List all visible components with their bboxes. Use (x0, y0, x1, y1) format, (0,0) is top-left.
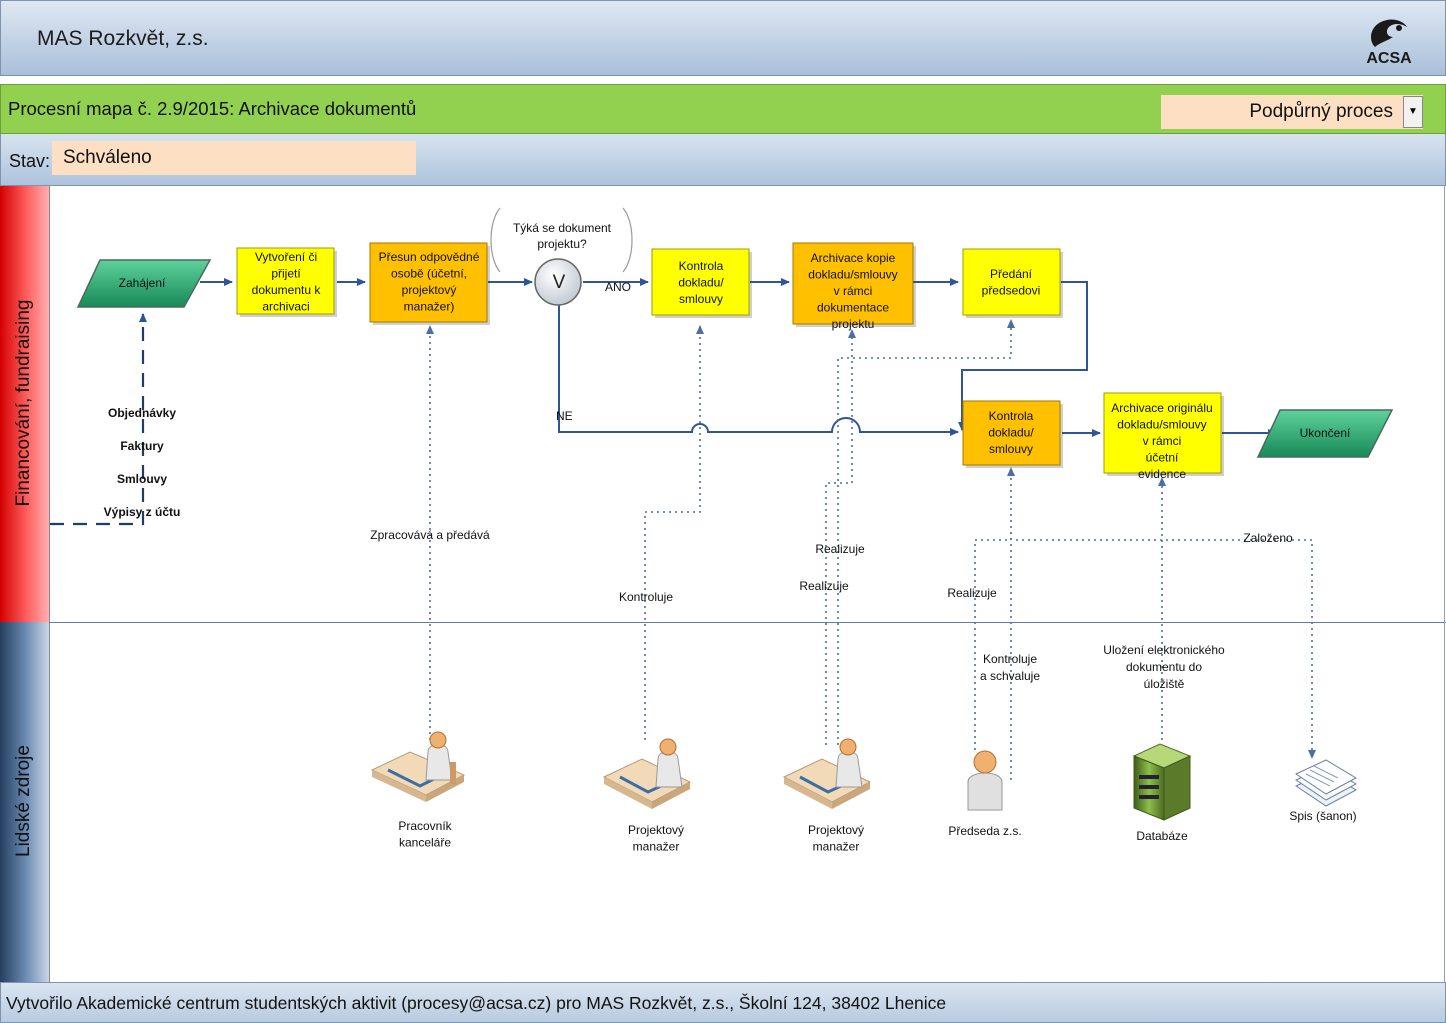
process-diagram: Zahájení Ukončení V Vytvoření či přijetí d… (50, 207, 1394, 854)
database-server-icon (1132, 743, 1192, 821)
rel-pm2-archive (825, 329, 856, 745)
relation-label: Uložení elektronického dokumentu do úložiš… (1103, 643, 1225, 691)
task-check1-label: Kontrola dokladu/smlouvy (678, 259, 724, 306)
relation-label: Kontroluje a schvaluje (980, 652, 1040, 683)
rel-pm1-check1 (644, 325, 704, 740)
end-label: Ukončení (1300, 426, 1351, 440)
edge-label-yes: ANO (605, 280, 631, 294)
resource-chair-label: Předseda z.s. (948, 824, 1021, 838)
chairman-icon (967, 750, 1003, 811)
input-contracts: Smlouvy (117, 472, 167, 486)
decision-label: V (553, 272, 566, 293)
relation-label: Zpracovává a předává (370, 528, 490, 542)
decision-question-label: Týká se dokument projektu? (513, 221, 612, 251)
input-statements: Výpisy z účtu (104, 505, 181, 519)
resource-file-label: Spis (šanon) (1289, 809, 1356, 823)
project-manager-icon (782, 738, 872, 809)
document-file-icon (1294, 759, 1358, 807)
rel-chair-check2 (974, 467, 1015, 750)
relation-label: Kontroluje (619, 590, 673, 604)
relation-label: Založeno (1243, 531, 1293, 545)
task-handover[interactable] (962, 248, 1061, 316)
relation-label: Realizuje (799, 579, 849, 593)
resource-pm2-label: Projektový manažer (808, 823, 864, 854)
relation-label: Realizuje (815, 542, 865, 556)
resource-office-label: Pracovník kanceláře (398, 819, 452, 850)
project-manager-icon (602, 738, 692, 809)
resource-db-label: Databáze (1136, 829, 1188, 843)
task-check2-label: Kontrola dokladu/smlouvy (988, 409, 1034, 456)
start-label: Zahájení (119, 276, 166, 290)
resource-pm1-label: Projektový manažer (628, 823, 684, 854)
input-orders: Objednávky (108, 406, 176, 420)
edge-label-no: NE (556, 409, 573, 423)
office-worker-icon (370, 731, 466, 802)
input-invoices: Faktury (120, 439, 164, 453)
relation-label: Realizuje (947, 586, 997, 600)
